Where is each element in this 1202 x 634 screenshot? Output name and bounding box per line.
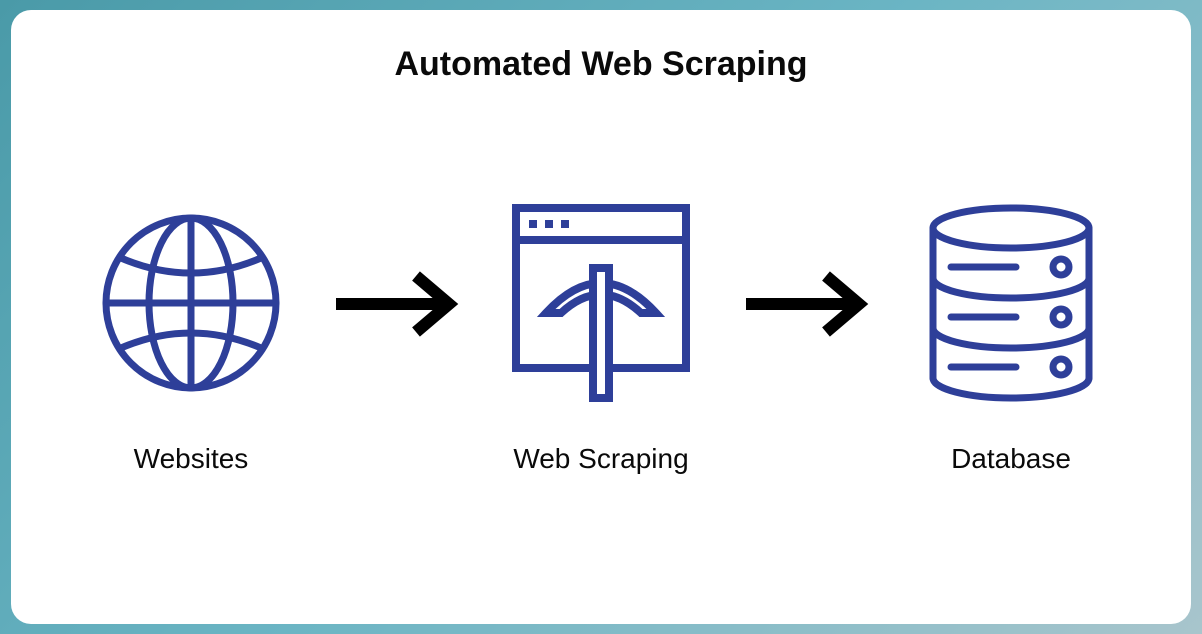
flow-container: Websites xyxy=(71,144,1131,594)
globe-icon xyxy=(91,203,291,403)
step-database: Database xyxy=(911,203,1111,475)
database-icon xyxy=(911,203,1111,403)
diagram-title: Automated Web Scraping xyxy=(71,45,1131,84)
arrow-icon xyxy=(736,264,876,344)
scraper-icon xyxy=(501,203,701,403)
diagram-card: Automated Web Scraping Websites xyxy=(11,10,1191,624)
step-scraping: Web Scraping xyxy=(501,203,701,475)
step-label: Websites xyxy=(134,443,249,475)
step-websites: Websites xyxy=(91,203,291,475)
arrow-icon xyxy=(326,264,466,344)
step-label: Database xyxy=(951,443,1071,475)
step-label: Web Scraping xyxy=(513,443,688,475)
